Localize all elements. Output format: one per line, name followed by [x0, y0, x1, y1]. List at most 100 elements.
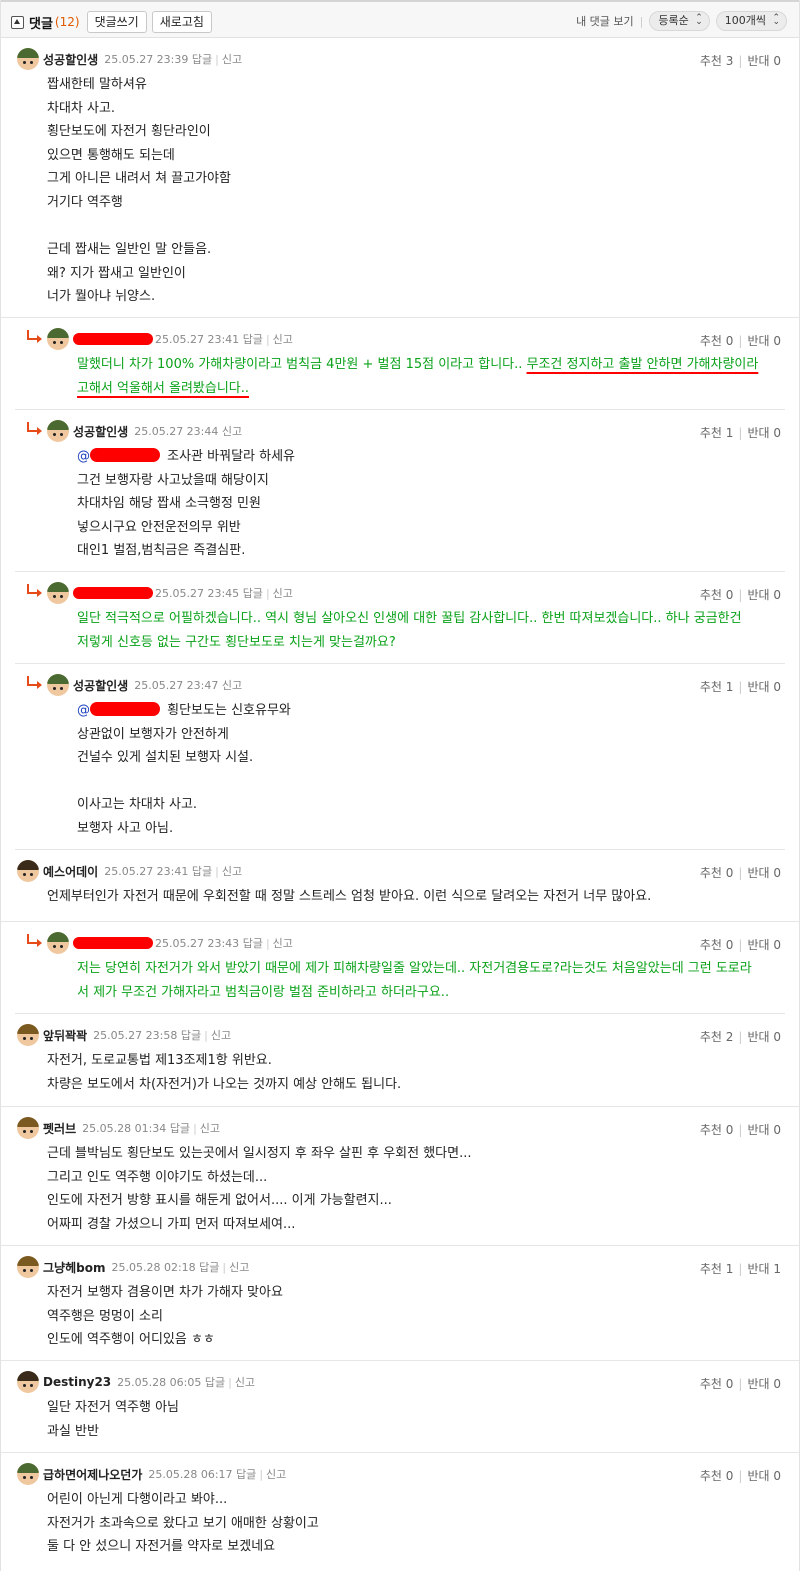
- reply-link[interactable]: 답글: [243, 587, 263, 600]
- upvote-count: 0: [725, 588, 734, 602]
- downvote-button[interactable]: 반대 0: [747, 866, 781, 880]
- reply-item: 성공할인생 25.05.27 23:44 신고 추천 1 | 반대 0 @ 조사관 …: [15, 410, 785, 572]
- per-page-select[interactable]: 100개씩: [715, 9, 787, 31]
- reply-link[interactable]: 답글: [181, 1029, 201, 1042]
- report-link[interactable]: 신고: [200, 1122, 220, 1135]
- report-link[interactable]: 신고: [235, 1376, 255, 1389]
- reply-arrow-icon: [27, 422, 42, 435]
- upvote-button[interactable]: 추천 0: [700, 334, 734, 348]
- report-link[interactable]: 신고: [273, 333, 293, 346]
- reply-link[interactable]: 답글: [192, 53, 212, 66]
- comment-body: @ 횡단보도는 신호유무와 상관없이 보행자가 안전하게 건널수 있게 설치된 …: [77, 702, 291, 836]
- reply-link[interactable]: 답글: [236, 1468, 256, 1481]
- comment-body: 언제부터인가 자전거 때문에 우회전할 때 정말 스트레스 엄청 받아요. 이런…: [47, 889, 652, 904]
- comment-author[interactable]: 앞뒤꽉꽉: [43, 1027, 87, 1044]
- downvote-button[interactable]: 반대 0: [747, 334, 781, 348]
- upvote-count: 0: [725, 1469, 734, 1483]
- comment-body: 근데 블박님도 횡단보도 있는곳에서 일시정지 후 좌우 살핀 후 우회전 했다…: [47, 1146, 472, 1232]
- upvote-count: 0: [725, 1377, 734, 1391]
- comment-body: 일단 자전거 역주행 아님 과실 반반: [47, 1400, 179, 1439]
- comment-date: 25.05.27 23:43: [155, 937, 240, 950]
- upvote-button[interactable]: 추천 0: [700, 1469, 734, 1483]
- report-link[interactable]: 신고: [211, 1029, 231, 1042]
- upvote-button[interactable]: 추천 0: [700, 1377, 734, 1391]
- collapse-toggle-icon[interactable]: [11, 15, 24, 29]
- report-link[interactable]: 신고: [266, 1468, 286, 1481]
- comment-section: 댓글 (12) 댓글쓰기 새로고침 내 댓글 보기 | 등록순 100개씩 성공…: [0, 0, 800, 1571]
- upvote-button[interactable]: 추천 1: [700, 426, 734, 440]
- comment-date: 25.05.27 23:41: [104, 865, 189, 878]
- comment-author[interactable]: Destiny23: [43, 1375, 111, 1389]
- downvote-count: 0: [773, 1123, 781, 1137]
- comment-author[interactable]: 성공할인생: [73, 423, 128, 440]
- comment-title: 댓글: [29, 16, 53, 32]
- avatar: [17, 1117, 39, 1139]
- upvote-button[interactable]: 추천 0: [700, 588, 734, 602]
- comment-item: 급하면어제나오던가 25.05.28 06:17 답글 | 신고 추천 0 | 반대 0…: [1, 1453, 799, 1571]
- downvote-count: 0: [773, 426, 781, 440]
- mention[interactable]: @: [77, 702, 163, 718]
- upvote-button[interactable]: 추천 0: [700, 866, 734, 880]
- reply-link[interactable]: 답글: [243, 937, 263, 950]
- downvote-button[interactable]: 반대 0: [747, 426, 781, 440]
- comment-author[interactable]: 성공할인생: [73, 677, 128, 694]
- write-comment-button[interactable]: 댓글쓰기: [86, 11, 147, 33]
- downvote-button[interactable]: 반대 0: [747, 938, 781, 952]
- upvote-count: 3: [725, 54, 734, 68]
- upvote-button[interactable]: 추천 2: [700, 1030, 734, 1044]
- upvote-button[interactable]: 추천 1: [700, 680, 734, 694]
- comment-date: 25.05.28 02:18: [111, 1261, 196, 1274]
- report-link[interactable]: 신고: [222, 53, 242, 66]
- upvote-button[interactable]: 추천 1: [700, 1262, 734, 1276]
- mention[interactable]: @: [77, 448, 163, 464]
- upvote-button[interactable]: 추천 0: [700, 938, 734, 952]
- comment-item: 성공할인생 25.05.27 23:39 답글 | 신고 추천 3 | 반대 0 짭새한…: [1, 38, 799, 318]
- comment-body: 자전거 보행자 겸용이면 차가 가해자 맞아요 역주행은 멍멍이 소리 인도에 …: [47, 1285, 283, 1348]
- downvote-count: 0: [773, 54, 781, 68]
- downvote-count: 0: [773, 334, 781, 348]
- avatar: [47, 674, 69, 696]
- comment-body: 일단 적극적으로 어필하겠습니다.. 역시 형님 살아오신 인생에 대한 꿀팁 …: [77, 611, 742, 650]
- report-link[interactable]: 신고: [222, 425, 242, 438]
- downvote-count: 0: [773, 938, 781, 952]
- refresh-button[interactable]: 새로고침: [151, 11, 212, 33]
- comment-author[interactable]: 성공할인생: [43, 51, 98, 68]
- downvote-button[interactable]: 반대 0: [747, 1123, 781, 1137]
- reply-arrow-icon: [27, 934, 42, 947]
- comment-author[interactable]: 그냥헤bom: [43, 1259, 105, 1276]
- downvote-button[interactable]: 반대 0: [747, 54, 781, 68]
- report-link[interactable]: 신고: [273, 587, 293, 600]
- reply-link[interactable]: 답글: [243, 333, 263, 346]
- report-link[interactable]: 신고: [222, 679, 242, 692]
- downvote-button[interactable]: 반대 0: [747, 1377, 781, 1391]
- report-link[interactable]: 신고: [222, 865, 242, 878]
- report-link[interactable]: 신고: [229, 1261, 249, 1274]
- reply-link[interactable]: 답글: [199, 1261, 219, 1274]
- comment-author[interactable]: 펫러브: [43, 1120, 76, 1137]
- downvote-button[interactable]: 반대 0: [747, 1030, 781, 1044]
- downvote-count: 0: [773, 1377, 781, 1391]
- my-comments-link[interactable]: 내 댓글 보기: [576, 13, 634, 29]
- upvote-button[interactable]: 추천 0: [700, 1123, 734, 1137]
- comment-count: (12): [54, 15, 80, 29]
- avatar: [17, 48, 39, 70]
- downvote-button[interactable]: 반대 0: [747, 588, 781, 602]
- downvote-button[interactable]: 반대 1: [747, 1262, 781, 1276]
- reply-link[interactable]: 답글: [192, 865, 212, 878]
- comment-author[interactable]: 예스어데이: [43, 863, 98, 880]
- upvote-count: 0: [725, 866, 734, 880]
- avatar: [47, 328, 69, 350]
- reply-arrow-icon: [27, 330, 42, 343]
- sort-select[interactable]: 등록순: [649, 9, 710, 31]
- downvote-button[interactable]: 반대 0: [747, 680, 781, 694]
- comment-author[interactable]: 급하면어제나오던가: [43, 1466, 142, 1483]
- downvote-button[interactable]: 반대 0: [747, 1469, 781, 1483]
- reply-link[interactable]: 답글: [205, 1376, 225, 1389]
- upvote-count: 1: [725, 680, 734, 694]
- upvote-count: 1: [725, 426, 734, 440]
- downvote-count: 0: [773, 588, 781, 602]
- upvote-button[interactable]: 추천 3: [700, 54, 734, 68]
- upvote-count: 1: [725, 1262, 734, 1276]
- reply-link[interactable]: 답글: [170, 1122, 190, 1135]
- report-link[interactable]: 신고: [273, 937, 293, 950]
